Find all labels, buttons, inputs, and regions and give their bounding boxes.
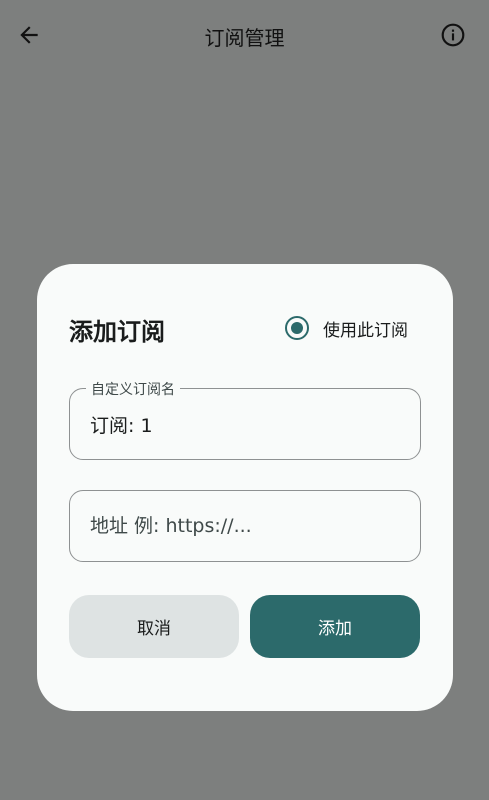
info-icon — [441, 23, 465, 47]
subscription-url-field — [69, 490, 421, 562]
add-subscription-dialog: 添加订阅 使用此订阅 自定义订阅名 取消 添加 — [37, 264, 453, 711]
subscription-url-input[interactable] — [90, 491, 404, 561]
app-bar: 订阅管理 — [0, 0, 489, 70]
use-subscription-label: 使用此订阅 — [323, 320, 408, 341]
radio-selected-dot — [291, 322, 303, 334]
cancel-button[interactable]: 取消 — [69, 595, 239, 658]
subscription-name-input[interactable] — [90, 389, 404, 459]
use-subscription-toggle[interactable]: 使用此订阅 — [285, 314, 408, 342]
page-title: 订阅管理 — [204, 26, 285, 50]
add-button[interactable]: 添加 — [250, 595, 420, 658]
radio-button[interactable] — [285, 316, 309, 340]
info-button[interactable] — [438, 20, 468, 50]
dialog-title: 添加订阅 — [69, 318, 165, 346]
subscription-name-field: 自定义订阅名 — [69, 379, 421, 460]
